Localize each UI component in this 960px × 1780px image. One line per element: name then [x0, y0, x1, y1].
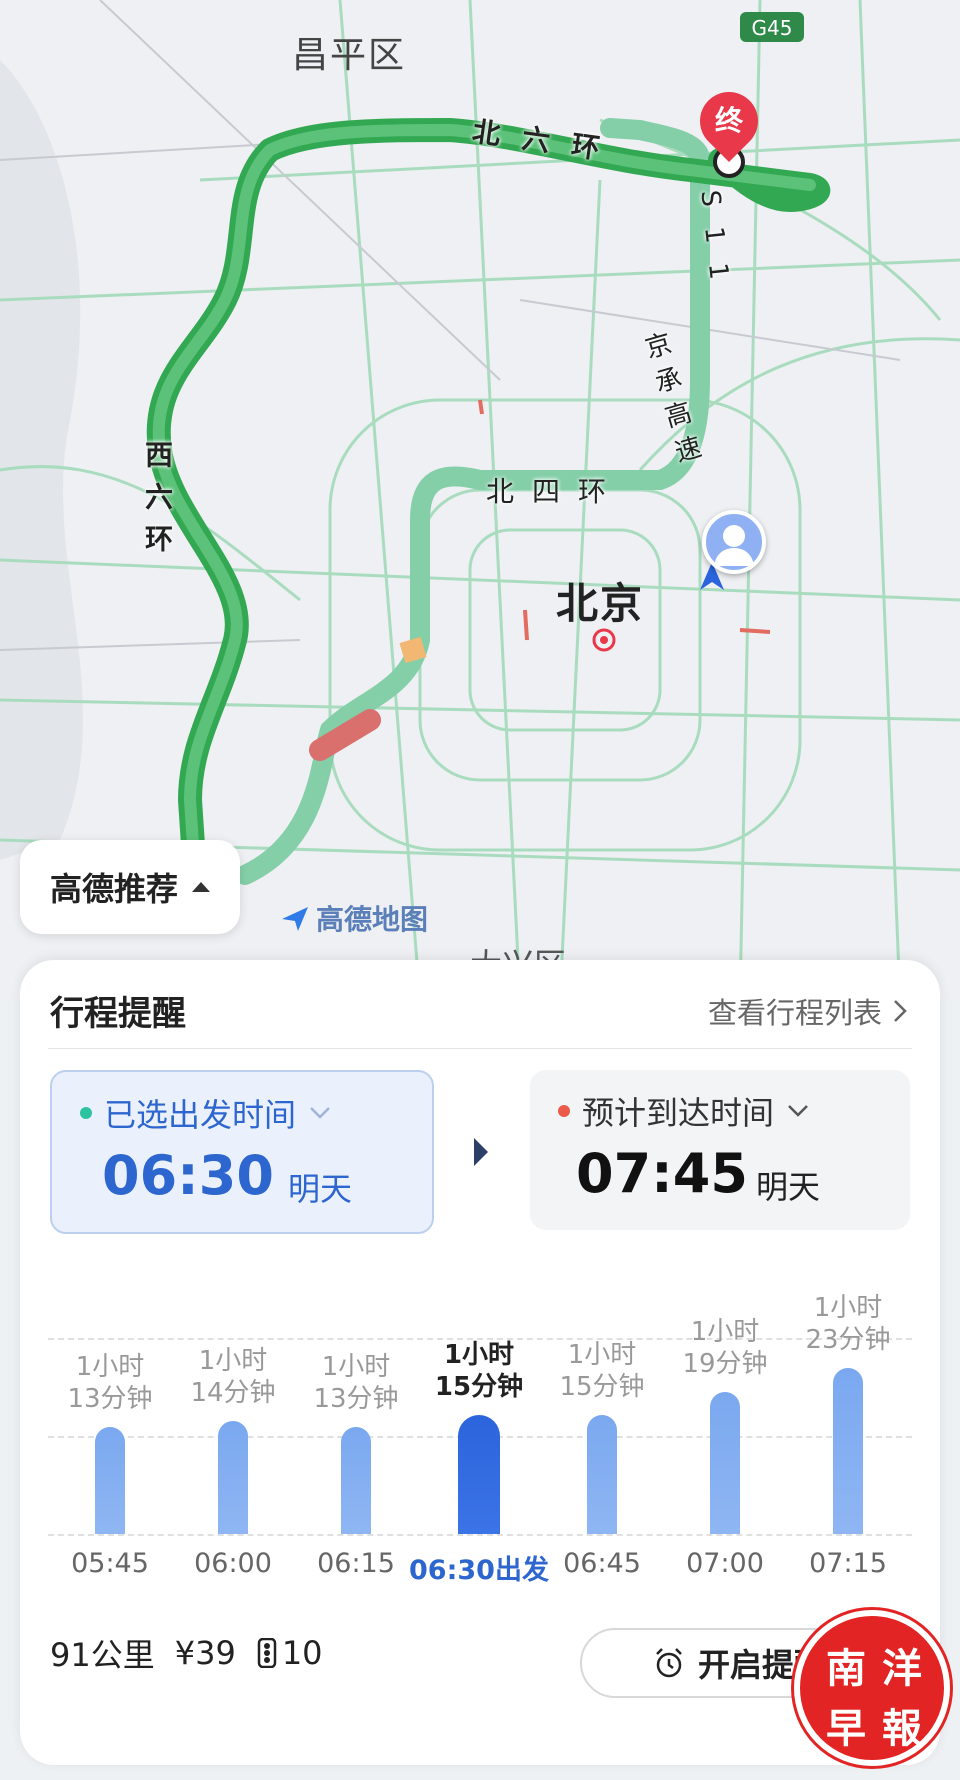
- chart-duration-label: 1小时 13分钟: [296, 1351, 416, 1415]
- chart-duration-line: 1小时: [690, 1316, 760, 1347]
- route-preference-toggle[interactable]: 高德推荐: [20, 840, 240, 934]
- chart-duration-line: 1小时: [198, 1346, 268, 1377]
- map-view[interactable]: G45 昌平区 北六环 西六环 北四环 S11 京承高速 北京 大兴区 终 高德…: [0, 0, 960, 1000]
- nanyang-watermark-logo: 南 洋 早 報: [794, 1610, 950, 1766]
- chart-duration-line: 23分钟: [805, 1324, 891, 1355]
- toll-value: ¥39: [174, 1634, 236, 1672]
- highway-badge-text: G45: [752, 16, 793, 40]
- district-label-changping: 昌平区: [292, 35, 407, 76]
- chart-duration-label: 1小时 13分钟: [50, 1351, 170, 1415]
- user-location-avatar[interactable]: [702, 510, 766, 574]
- chart-duration-line: 1小时: [813, 1292, 883, 1323]
- chart-duration-line: 13分钟: [313, 1384, 399, 1415]
- alarm-clock-icon: [656, 1648, 682, 1678]
- watermark-char: 南: [826, 1645, 866, 1692]
- chart-duration-line: 19分钟: [682, 1348, 768, 1379]
- trip-reminder-panel: 行程提醒 查看行程列表 已选出发时间 06:30 明天 预计到达时间 07:45…: [20, 960, 940, 1765]
- chart-duration-label: 1小时 14分钟: [173, 1345, 293, 1409]
- traffic-lights-info: 10: [256, 1634, 323, 1672]
- chart-bar[interactable]: [587, 1415, 617, 1534]
- chart-duration-label: 1小时 15分钟: [419, 1339, 539, 1403]
- watermark-char: 洋: [882, 1645, 922, 1692]
- traffic-light-count: 10: [281, 1634, 323, 1672]
- destination-marker[interactable]: 终: [687, 79, 771, 163]
- chart-duration-line: 1小时: [443, 1340, 515, 1371]
- watermark-char: 早: [826, 1705, 866, 1752]
- person-icon: [714, 525, 754, 566]
- chart-duration-line: 1小时: [567, 1340, 637, 1371]
- chart-bar[interactable]: [833, 1367, 863, 1534]
- amap-logo: 高德地图: [280, 898, 428, 938]
- chart-bar[interactable]: [341, 1427, 371, 1534]
- chart-bar[interactable]: [710, 1391, 740, 1534]
- city-label-beijing: 北京: [556, 579, 645, 628]
- departure-time-chart[interactable]: 1小时 13分钟 05:45 1小时 14分钟 06:00 1小时 13分钟 06:15 1小时 1…: [20, 960, 940, 1600]
- traffic-light-icon: [257, 1638, 277, 1668]
- route-summary: 91公里 ¥39 10: [50, 1630, 323, 1676]
- route-preference-label: 高德推荐: [49, 870, 178, 908]
- chart-duration-label: 1小时 15分钟: [542, 1339, 662, 1403]
- destination-marker-label: 终: [714, 104, 743, 137]
- amap-logo-icon: [282, 907, 308, 931]
- amap-logo-text: 高德地图: [316, 903, 429, 936]
- chart-duration-line: 15分钟: [559, 1372, 645, 1403]
- chart-duration-line: 14分钟: [190, 1378, 276, 1409]
- road-label-north-fourth-ring: 北四环: [486, 475, 625, 508]
- chart-tick-label[interactable]: 07:15: [768, 1548, 928, 1579]
- watermark-char: 報: [882, 1705, 922, 1752]
- road-label-west-sixth-ring: 西六环: [141, 440, 174, 566]
- chart-bar[interactable]: [458, 1415, 500, 1534]
- caret-up-icon: [192, 882, 210, 892]
- chart-duration-line: 1小时: [321, 1352, 391, 1383]
- chart-duration-line: 13分钟: [67, 1384, 153, 1415]
- distance-value: 91公里: [50, 1636, 155, 1674]
- chart-duration-label: 1小时 19分钟: [665, 1316, 785, 1380]
- chart-duration-line: 15分钟: [434, 1372, 524, 1403]
- chart-duration-label: 1小时 23分钟: [788, 1292, 908, 1356]
- chart-duration-line: 1小时: [75, 1352, 145, 1383]
- chart-bar[interactable]: [95, 1427, 125, 1534]
- chart-bar[interactable]: [218, 1421, 248, 1534]
